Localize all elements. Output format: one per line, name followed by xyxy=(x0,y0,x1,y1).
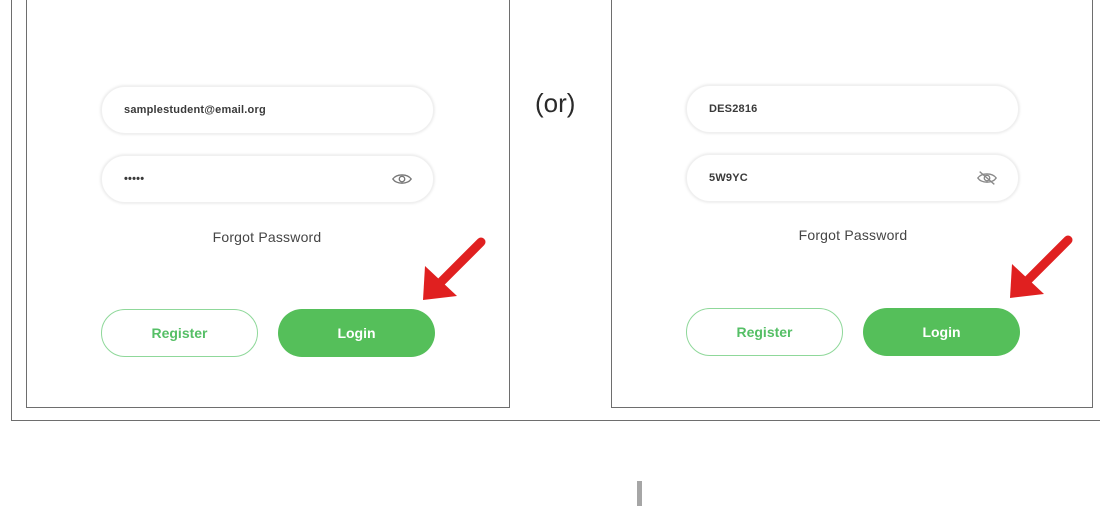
email-value: samplestudent@email.org xyxy=(124,104,266,116)
annotation-arrow-icon xyxy=(1010,235,1073,298)
login-panel-email: samplestudent@email.org ••••• Forgot Pas… xyxy=(26,0,510,408)
forgot-password-link-right[interactable]: Forgot Password xyxy=(753,227,953,243)
annotation-arrow-icon xyxy=(423,237,486,300)
register-button[interactable]: Register xyxy=(101,309,258,357)
register-button-right[interactable]: Register xyxy=(686,308,843,356)
password-field[interactable]: ••••• xyxy=(101,155,434,203)
email-field[interactable]: samplestudent@email.org xyxy=(101,86,434,134)
login-button-right[interactable]: Login xyxy=(863,308,1020,356)
login-button[interactable]: Login xyxy=(278,309,435,357)
password-value: ••••• xyxy=(124,173,145,185)
password-field-visible[interactable]: 5W9YC xyxy=(686,154,1019,202)
text-cursor-mark xyxy=(637,481,642,506)
or-separator: (or) xyxy=(535,88,576,118)
eye-slash-icon[interactable] xyxy=(976,169,998,187)
eye-open-icon[interactable] xyxy=(391,170,413,188)
forgot-password-link[interactable]: Forgot Password xyxy=(167,229,367,245)
login-panel-username: DES2816 5W9YC Forgot Password Register L… xyxy=(611,0,1093,408)
username-field[interactable]: DES2816 xyxy=(686,85,1019,133)
password-value-visible: 5W9YC xyxy=(709,172,748,184)
username-value: DES2816 xyxy=(709,103,758,115)
